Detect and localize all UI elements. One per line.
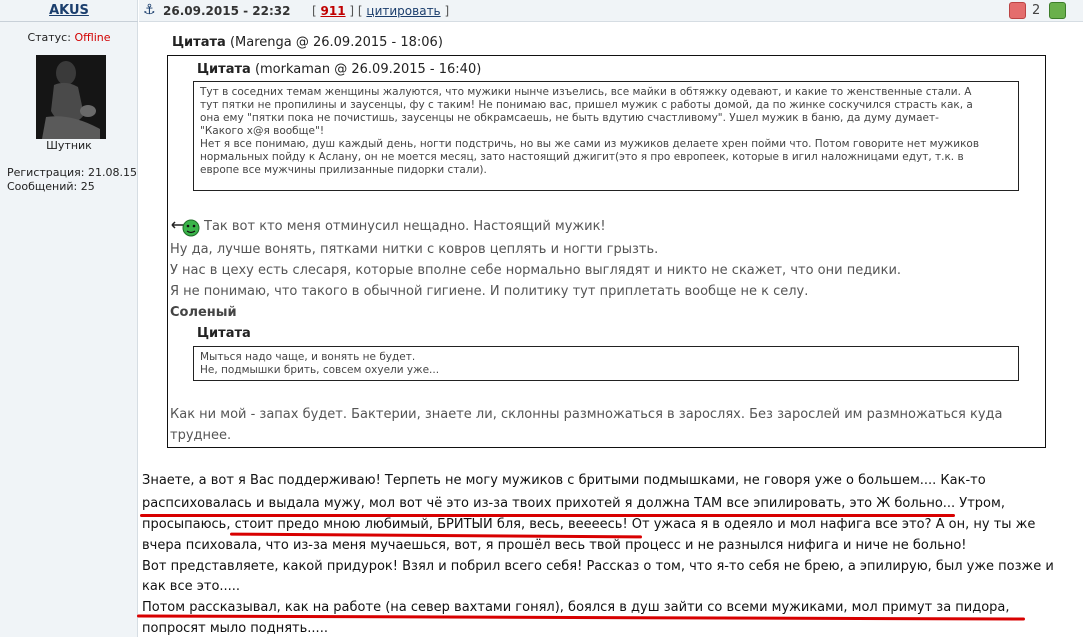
red-underline: [136, 614, 1026, 621]
status-value: Offline: [74, 31, 111, 44]
quote-line: Тут в соседних темам женщины жалуются, ч…: [200, 86, 972, 98]
red-underline: [140, 514, 955, 517]
post-text-line: как все это.....: [142, 579, 241, 594]
bracket: [: [312, 4, 317, 18]
post-header: ⚓ 26.09.2015 - 22:32 [ 911 ] [ цитироват…: [139, 0, 1083, 22]
post-text-line: вчера психовала, что из-за меня мучаешьс…: [142, 538, 967, 553]
anchor-icon[interactable]: ⚓: [143, 2, 156, 18]
post-count: Сообщений: 25: [7, 180, 95, 193]
post-number-link[interactable]: 911: [321, 4, 346, 18]
quote-body-line: труднее.: [170, 428, 232, 443]
registration-date: Регистрация: 21.08.15: [7, 166, 137, 179]
quote-line: Не, подмышки брить, совсем охуели уже...: [200, 364, 440, 376]
post-text-line: Вот представляете, какой придурок! Взял …: [142, 559, 1054, 574]
quote-line: Мыться надо чаще, и вонять не будет.: [200, 351, 416, 363]
quote-header: Цитата (Marenga @ 26.09.2015 - 18:06): [172, 35, 443, 50]
nested-quote-header: Цитата (morkaman @ 26.09.2015 - 16:40): [197, 62, 481, 77]
quoted-author: Соленый: [170, 305, 237, 320]
thumbs-down-icon[interactable]: [1009, 2, 1026, 19]
quote-line: нормальных пойду к Аслану, он не моется …: [200, 151, 964, 163]
quote-line: она ему "пятки пока не почистишь, заусен…: [200, 112, 939, 124]
avatar-image: [36, 55, 106, 139]
quote-body-line: Ну да, лучше вонять, пятками нитки с ков…: [170, 242, 659, 257]
bracket: ] [: [349, 4, 363, 18]
quote-meta: (morkaman @ 26.09.2015 - 16:40): [254, 62, 482, 77]
quote-body-line: Как ни мой - запах будет. Бактерии, знае…: [170, 407, 1003, 422]
quote-meta: (Marenga @ 26.09.2015 - 18:06): [229, 35, 443, 50]
quote-line: европе все мужчины прилизанные пидорки с…: [200, 164, 487, 176]
post-text-line: попросят мыло поднять.....: [142, 621, 328, 636]
divider: [0, 21, 138, 22]
user-rank: Шутник: [46, 139, 92, 152]
nested-quote-header: Цитата: [197, 326, 251, 341]
smiley-icon: [171, 219, 200, 237]
quote-label: Цитата: [197, 326, 251, 341]
user-status: Статус: Offline: [0, 31, 138, 44]
username-link[interactable]: AKUS: [0, 3, 138, 18]
avatar[interactable]: [36, 55, 106, 139]
quote-line: "Какого х@я вообще"!: [200, 125, 325, 137]
quote-label: Цитата: [197, 62, 251, 77]
thumbs-up-icon[interactable]: [1049, 2, 1066, 19]
quote-body-line: У нас в цеху есть слесаря, которые вполн…: [170, 263, 902, 278]
status-label: Статус:: [27, 31, 71, 44]
quote-link[interactable]: цитировать: [366, 4, 440, 18]
quote-label: Цитата: [172, 35, 226, 50]
post-text-line: Потом рассказывал, как на работе (на сев…: [142, 600, 1010, 615]
quote-line: Нет я все понимаю, душ каждый день, ногт…: [200, 138, 980, 150]
nested-quote-box: Тут в соседних темам женщины жалуются, ч…: [193, 81, 1019, 191]
nested-quote-box: Мыться надо чаще, и вонять не будет. Не,…: [193, 346, 1019, 381]
rating-count: 2: [1032, 3, 1041, 18]
bracket: ]: [444, 4, 450, 18]
user-profile-panel: AKUS Статус: Offline Шутник Регистрация:…: [0, 0, 138, 637]
post-datetime: 26.09.2015 - 22:32: [163, 4, 291, 18]
post-links: [ 911 ] [ цитировать ]: [312, 4, 449, 18]
quote-line: тут пятки не пропилины и заусенцы, фу с …: [200, 99, 973, 111]
quote-body-line: Так вот кто меня отминусил нещадно. Наст…: [204, 219, 606, 234]
post-text-line: Знаете, а вот я Вас поддерживаю! Терпеть…: [142, 473, 986, 488]
quote-body-line: Я не понимаю, что такого в обычной гигие…: [170, 284, 809, 299]
post-text-line: просыпаюсь, стоит предо мною любимый, БР…: [142, 517, 1036, 532]
post-text-line: распсиховалась и выдала мужу, мол вот чё…: [142, 496, 1005, 511]
